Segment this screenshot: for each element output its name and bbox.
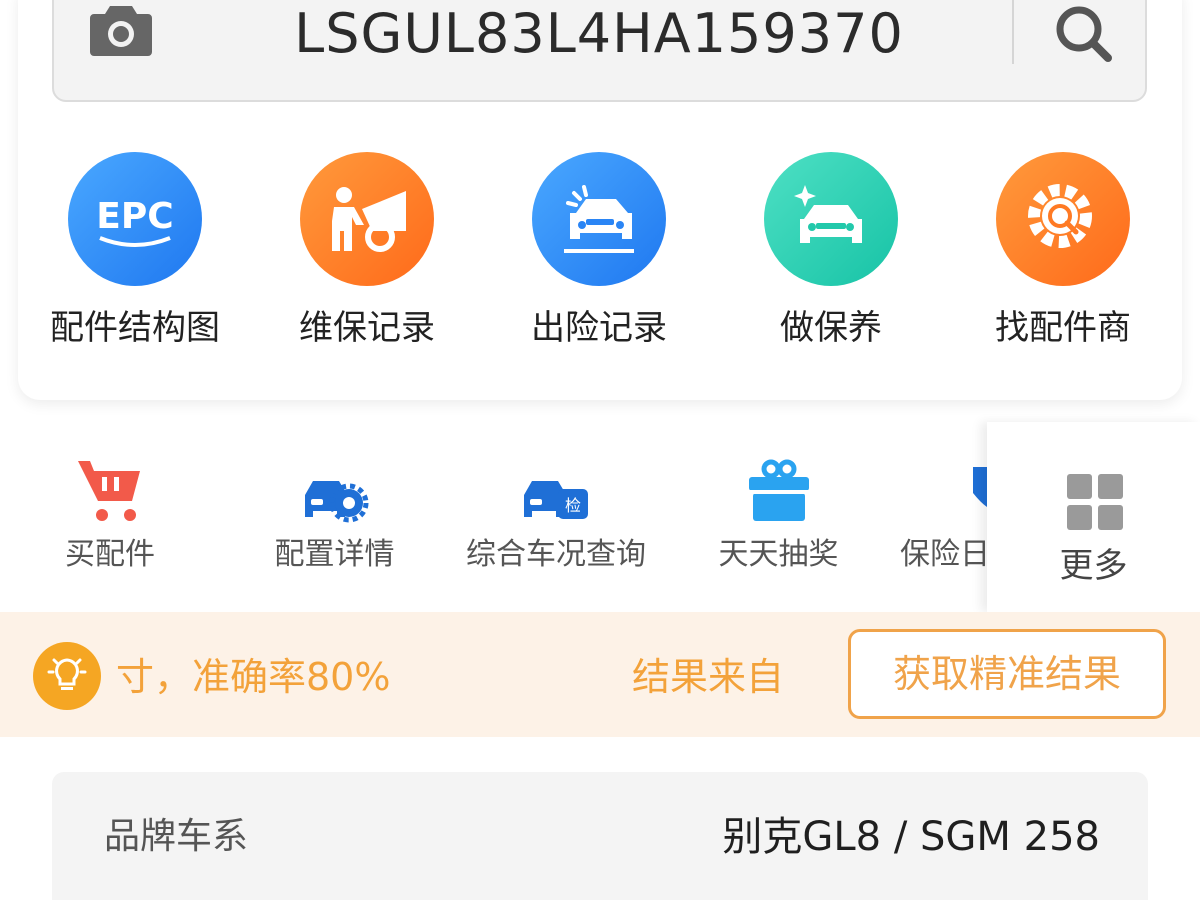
- sec-label: 综合车况查询: [466, 537, 646, 572]
- feature-do-maintenance[interactable]: 做保养: [721, 152, 941, 352]
- feature-label: 做保养: [780, 308, 882, 348]
- get-precise-result-button[interactable]: 获取精准结果: [848, 629, 1166, 719]
- grid-icon: [1067, 474, 1123, 530]
- search-icon[interactable]: [1052, 2, 1114, 64]
- sec-vehicle-condition[interactable]: 检 综合车况查询: [456, 455, 656, 575]
- more-label: 更多: [1059, 546, 1128, 586]
- gear-search-icon: [996, 152, 1130, 286]
- feature-epc[interactable]: EPC 配件结构图: [25, 152, 245, 352]
- notice-text-left: 寸，准确率80%: [116, 655, 391, 699]
- epc-icon: EPC: [68, 152, 202, 286]
- sec-buy-parts[interactable]: 买配件: [40, 455, 180, 575]
- car-check-badge: 检: [565, 496, 581, 515]
- gift-icon: [748, 459, 809, 521]
- camera-icon[interactable]: [88, 0, 154, 60]
- accident-car-icon: [532, 152, 666, 286]
- sec-label: 买配件: [65, 537, 155, 572]
- car-gear-icon: [304, 481, 368, 523]
- mechanic-icon: [300, 152, 434, 286]
- feature-label: 配件结构图: [50, 308, 220, 348]
- more-button[interactable]: 更多: [987, 422, 1200, 612]
- sec-label: 配置详情: [274, 537, 395, 572]
- feature-maintenance-record[interactable]: 维保记录: [257, 152, 477, 352]
- sec-label: 保险日: [900, 537, 987, 572]
- brand-series-label: 品牌车系: [104, 816, 249, 857]
- notice-text-right: 结果来自: [632, 655, 785, 699]
- sec-label: 天天抽奖: [718, 537, 839, 572]
- sec-insurance[interactable]: 保险日: [900, 455, 987, 575]
- shield-icon: [973, 467, 987, 507]
- cart-icon: [78, 461, 140, 521]
- epc-badge: EPC: [96, 196, 173, 237]
- accuracy-notice-bar: 寸，准确率80% 结果来自 获取精准结果: [0, 612, 1200, 737]
- lightbulb-icon: [33, 642, 101, 710]
- vin-input[interactable]: LSGUL83L4HA159370: [234, 2, 964, 66]
- search-divider: [1012, 0, 1014, 64]
- sec-config-details[interactable]: 配置详情: [262, 455, 407, 575]
- feature-find-supplier[interactable]: 找配件商: [953, 152, 1173, 352]
- feature-label: 找配件商: [995, 308, 1131, 348]
- feature-accident-record[interactable]: 出险记录: [489, 152, 709, 352]
- sec-daily-lottery[interactable]: 天天抽奖: [706, 455, 851, 575]
- car-check-icon: 检: [524, 481, 588, 519]
- vin-search-bar[interactable]: LSGUL83L4HA159370: [52, 0, 1147, 102]
- brand-series-value: 别克GL8 / SGM 258: [722, 814, 1100, 860]
- feature-label: 维保记录: [299, 308, 435, 348]
- clean-car-icon: [764, 152, 898, 286]
- vehicle-info-card: 品牌车系 别克GL8 / SGM 258: [52, 772, 1148, 900]
- feature-label: 出险记录: [531, 308, 667, 348]
